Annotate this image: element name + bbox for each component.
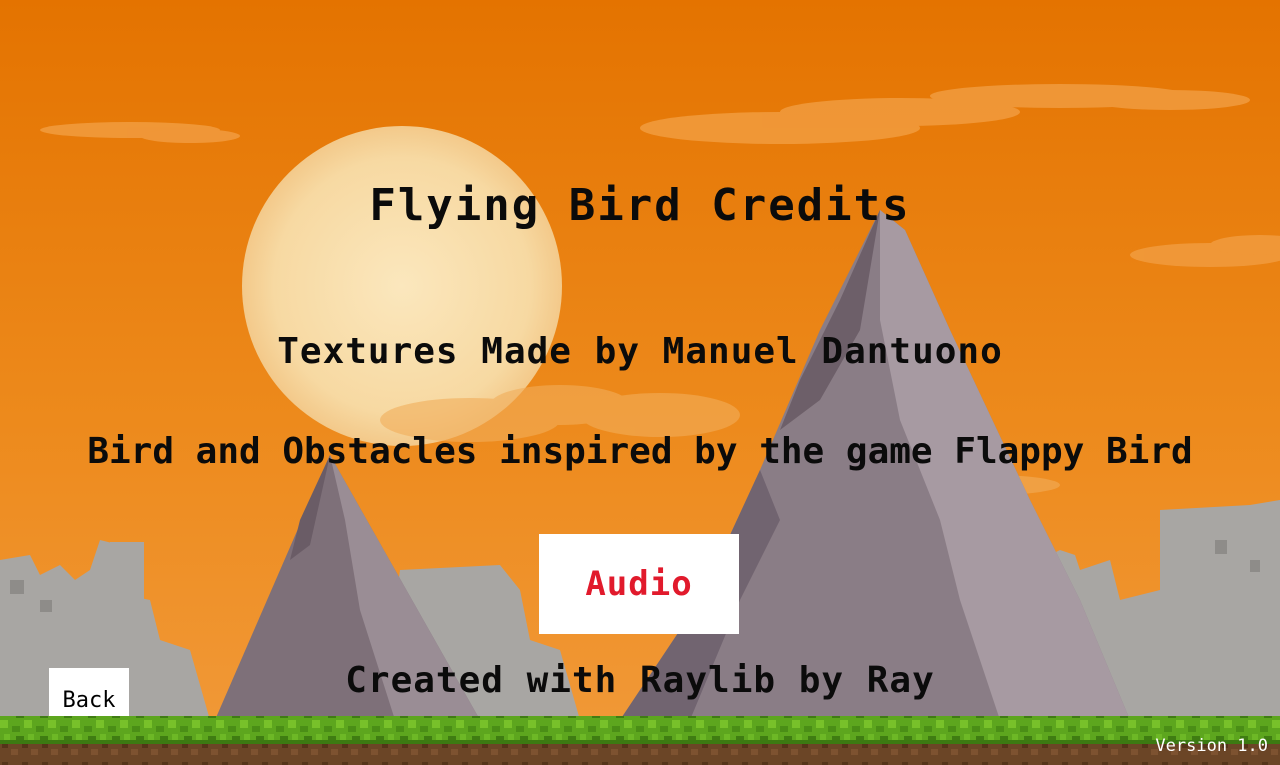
version-label: Version 1.0 [1155, 736, 1268, 756]
audio-button[interactable]: Audio [539, 534, 739, 634]
credit-engine: Created with Raylib by Ray [345, 660, 935, 701]
back-button-label: Back [62, 688, 116, 713]
back-button[interactable]: Back [49, 668, 129, 716]
game-screen: Flying Bird Credits Textures Made by Man… [0, 0, 1280, 765]
background-scene [0, 0, 1280, 765]
audio-button-label: Audio [585, 564, 693, 604]
credit-inspiration: Bird and Obstacles inspired by the game … [87, 431, 1193, 472]
ground [0, 716, 1280, 765]
credit-textures: Textures Made by Manuel Dantuono [277, 331, 1003, 372]
credits-title: Flying Bird Credits [369, 180, 911, 231]
